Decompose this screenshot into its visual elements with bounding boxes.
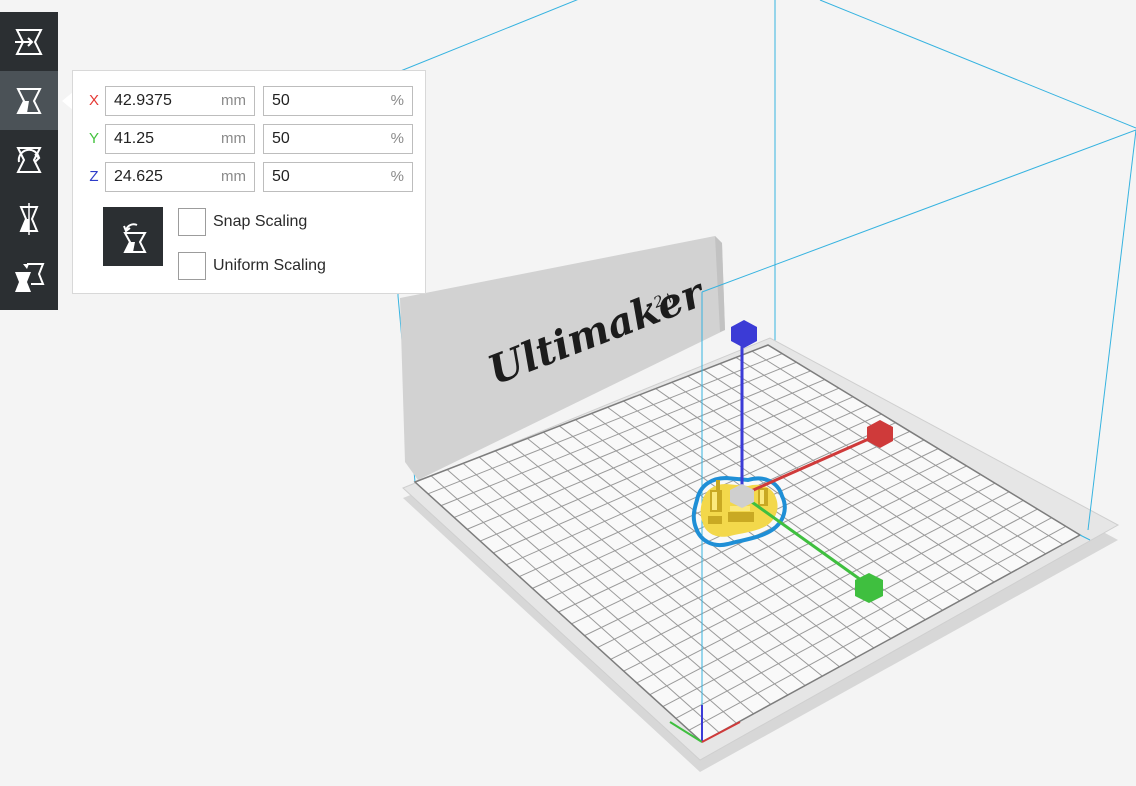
size-field-y[interactable]: mm (105, 124, 255, 154)
snap-scaling-label: Snap Scaling (213, 213, 308, 230)
percent-unit-z: % (390, 168, 404, 185)
axis-label-x: X (88, 92, 99, 109)
reset-scale-icon (123, 222, 147, 253)
size-unit-y: mm (221, 130, 246, 147)
snap-scaling-checkbox[interactable] (178, 208, 206, 236)
size-unit-x: mm (221, 92, 246, 109)
size-input-z[interactable] (114, 166, 214, 188)
percent-input-x[interactable] (272, 90, 382, 112)
axis-label-z: Z (89, 168, 99, 185)
size-field-x[interactable]: mm (105, 86, 255, 116)
percent-unit-x: % (390, 92, 404, 109)
scale-tool-button[interactable] (0, 71, 58, 130)
size-input-y[interactable] (114, 128, 214, 150)
rotate-tool-icon (16, 146, 42, 173)
size-field-z[interactable]: mm (105, 162, 255, 192)
size-input-x[interactable] (114, 90, 214, 112)
uniform-scaling-label: Uniform Scaling (213, 257, 326, 274)
percent-input-y[interactable] (272, 128, 382, 150)
move-tool-button[interactable] (0, 12, 58, 71)
scale-handle-z (731, 320, 757, 348)
move-tool-icon (15, 28, 43, 55)
uniform-scaling-checkbox[interactable] (178, 252, 206, 280)
axis-label-y: Y (88, 130, 99, 147)
percent-field-y[interactable]: % (263, 124, 413, 154)
per-model-settings-icon (15, 262, 45, 292)
percent-field-x[interactable]: % (263, 86, 413, 116)
size-unit-z: mm (221, 168, 246, 185)
uniform-scaling-row[interactable]: Uniform Scaling (178, 251, 326, 281)
reset-scale-button[interactable] (103, 207, 163, 266)
percent-unit-y: % (390, 130, 404, 147)
mirror-tool-button[interactable] (0, 189, 58, 248)
scale-panel: X mm % Y mm % Z mm % Snap Scaling (72, 70, 426, 294)
tool-sidebar (0, 12, 58, 310)
mirror-tool-icon (19, 202, 39, 235)
per-model-settings-button[interactable] (0, 248, 58, 307)
scale-tool-icon (16, 87, 42, 114)
percent-input-z[interactable] (272, 166, 382, 188)
percent-field-z[interactable]: % (263, 162, 413, 192)
snap-scaling-row[interactable]: Snap Scaling (178, 207, 307, 237)
rotate-tool-button[interactable] (0, 130, 58, 189)
